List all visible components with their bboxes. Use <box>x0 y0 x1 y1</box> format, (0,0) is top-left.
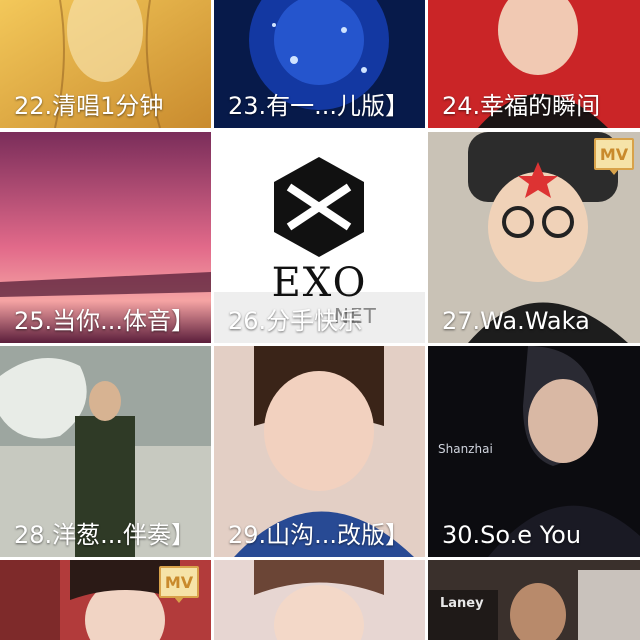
song-tile-24[interactable]: 24.幸福的瞬间 <box>428 0 640 128</box>
song-title: 24.幸福的瞬间 <box>442 92 601 120</box>
song-title: 27.Wa.Waka <box>442 307 590 335</box>
photo-caption: Laney <box>440 596 484 611</box>
mv-badge: MV <box>159 566 199 603</box>
song-title: 29.山沟...改版】 <box>228 521 410 549</box>
song-title: 30.So.e You <box>442 521 582 549</box>
song-tile-23[interactable]: 23.有一...儿版】 <box>214 0 425 128</box>
song-title: 28.洋葱...伴奏】 <box>14 521 196 549</box>
thumbnail-image <box>214 560 425 640</box>
song-tile-30[interactable]: Shanzhai 30.So.e You <box>428 346 640 557</box>
song-tile-31[interactable]: MV <box>0 560 211 640</box>
song-tile-32[interactable] <box>214 560 425 640</box>
song-grid: 22.清唱1分钟 23.有一...儿版】 24.幸福的瞬间 25.当你...体音… <box>0 0 640 640</box>
song-tile-25[interactable]: 25.当你...体音】 <box>0 132 211 343</box>
song-title: 22.清唱1分钟 <box>14 92 164 120</box>
song-tile-22[interactable]: 22.清唱1分钟 <box>0 0 211 128</box>
song-tile-27[interactable]: MV 27.Wa.Waka <box>428 132 640 343</box>
song-title: 23.有一...儿版】 <box>228 92 410 120</box>
song-tile-33[interactable]: Laney <box>428 560 640 640</box>
photo-caption: Shanzhai <box>438 442 493 456</box>
song-tile-29[interactable]: 29.山沟...改版】 <box>214 346 425 557</box>
song-tile-26[interactable]: EXO NET 26.分手快乐 <box>214 132 425 343</box>
mv-badge: MV <box>594 138 634 175</box>
song-title: 25.当你...体音】 <box>14 307 196 335</box>
song-tile-28[interactable]: 28.洋葱...伴奏】 <box>0 346 211 557</box>
song-title: 26.分手快乐 <box>228 307 363 335</box>
